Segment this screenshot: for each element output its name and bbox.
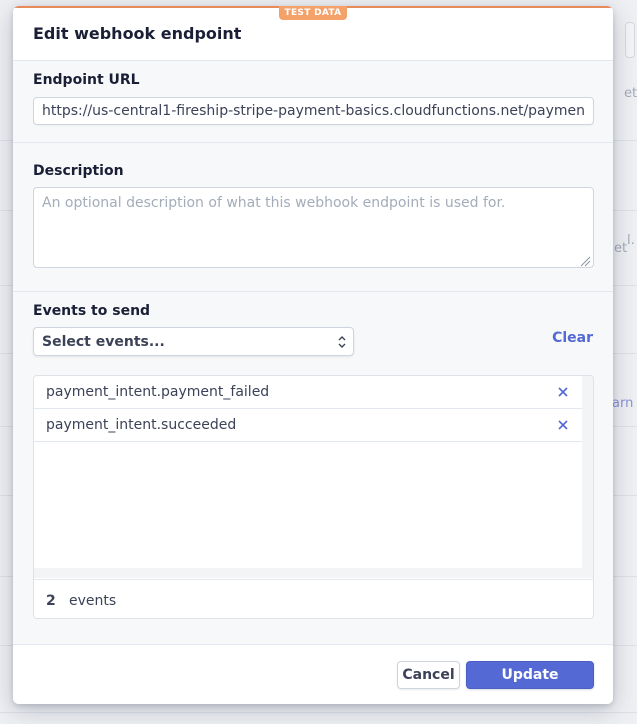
close-icon[interactable]: [556, 385, 570, 399]
selected-events-list: payment_intent.payment_failed payment_in…: [33, 375, 594, 619]
background-text: l.: [627, 233, 635, 248]
background-text: et: [614, 241, 628, 256]
close-icon[interactable]: [556, 418, 570, 432]
background-divider: [0, 712, 637, 713]
description-label: Description: [33, 163, 124, 179]
section-divider: [13, 291, 613, 292]
endpoint-url-label: Endpoint URL: [33, 72, 140, 88]
resize-handle-icon[interactable]: [579, 255, 591, 267]
cancel-button[interactable]: Cancel: [397, 661, 460, 689]
events-count: 2: [46, 593, 56, 609]
list-item: payment_intent.succeeded: [34, 409, 582, 442]
event-name: payment_intent.payment_failed: [46, 384, 270, 400]
select-events-value: Select events...: [42, 334, 165, 350]
horizontal-scrollbar[interactable]: [34, 568, 582, 578]
chevron-up-down-icon: [338, 336, 346, 348]
select-events-dropdown[interactable]: Select events...: [33, 327, 354, 356]
event-name: payment_intent.succeeded: [46, 417, 237, 433]
description-textarea[interactable]: [33, 187, 594, 268]
section-divider: [13, 142, 613, 143]
list-item: payment_intent.payment_failed: [34, 376, 582, 409]
modal-title: Edit webhook endpoint: [33, 24, 242, 43]
background-link: arn: [612, 396, 634, 411]
edit-webhook-modal: Edit webhook endpoint TEST DATA Endpoint…: [13, 6, 613, 704]
update-endpoint-button[interactable]: Update endpoint: [466, 661, 594, 704]
endpoint-url-input[interactable]: [33, 97, 594, 125]
background-text: et: [624, 86, 637, 101]
events-label: Events to send: [33, 303, 151, 319]
modal-footer: Cancel Update endpoint: [13, 644, 613, 704]
events-count-label: events: [69, 593, 117, 609]
vertical-scrollbar[interactable]: [582, 376, 593, 578]
clear-events-link[interactable]: Clear: [552, 330, 593, 346]
test-data-badge: TEST DATA: [279, 6, 347, 20]
events-count-footer: 2 events: [34, 579, 593, 618]
background-control: [625, 22, 635, 58]
